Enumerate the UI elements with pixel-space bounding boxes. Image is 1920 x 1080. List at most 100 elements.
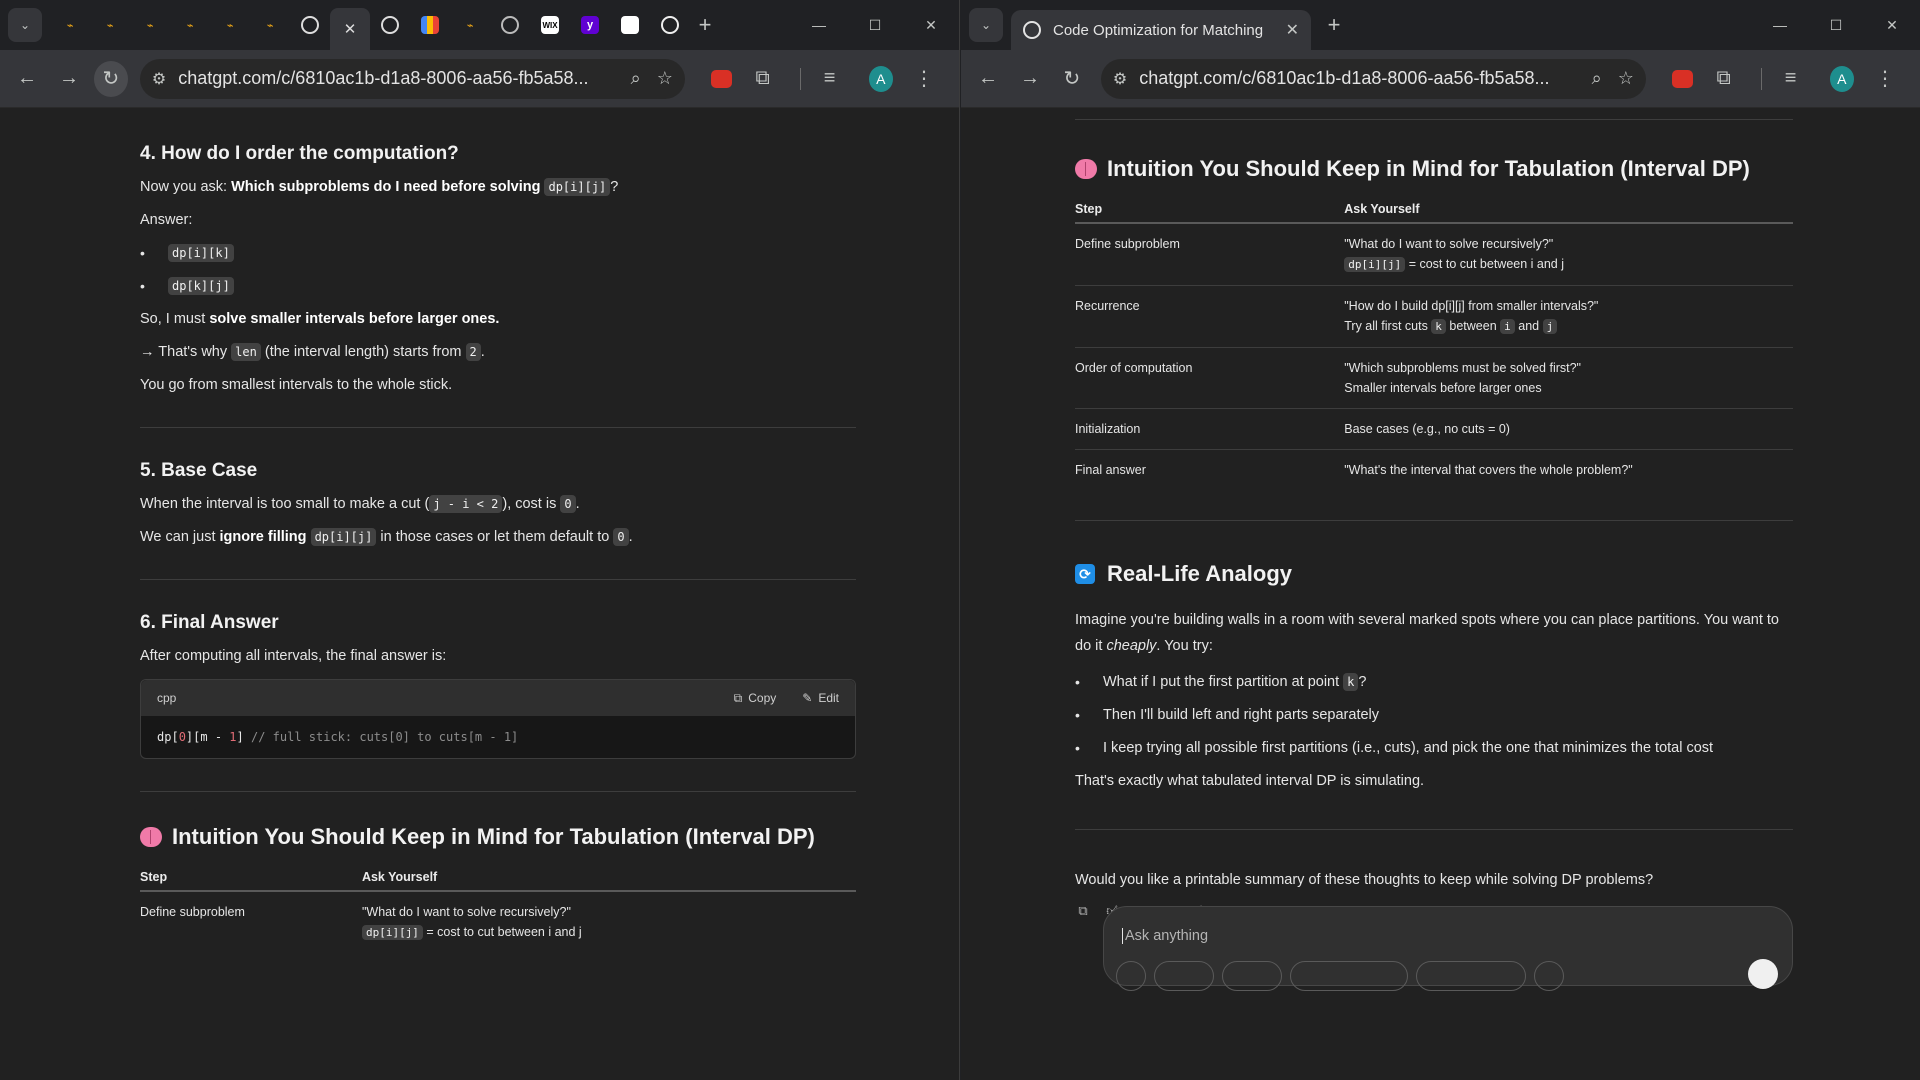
back-icon[interactable]: ← [971,61,1005,97]
table-cell: Initialization [1075,408,1345,450]
close-window-icon[interactable]: ✕ [903,0,959,50]
voice-mode-button[interactable] [1748,959,1778,989]
column-header: Step [140,870,362,892]
search-tool-button[interactable] [1154,961,1214,991]
list-item: Then I'll build left and right parts sep… [1075,705,1793,725]
pinned-tab[interactable] [650,8,690,42]
window-controls: — ☐ ✕ [1752,0,1920,50]
address-bar[interactable]: ⚙ chatgpt.com/c/6810ac1b-d1a8-8006-aa56-… [1100,58,1646,99]
pinned-tab[interactable]: ⌁ [90,8,130,42]
paragraph: After computing all intervals, the final… [140,648,447,664]
pinned-tab[interactable]: ⌁ [450,8,490,42]
back-icon[interactable]: ← [10,61,44,97]
tab-search-button[interactable]: ⌄ [969,8,1003,42]
ask-input[interactable] [1122,928,1774,944]
leetcode-icon: ⌁ [226,19,234,32]
leetcode-icon: ⌁ [266,19,274,32]
extensions-puzzle-icon[interactable]: ⧉ [1707,61,1741,97]
paragraph: We can just ignore filling dp[i][j] in t… [140,528,633,546]
yahoo-icon: y [581,16,599,34]
table-row: Order of computation "Which subproblems … [1075,347,1793,409]
close-tab-icon[interactable]: ✕ [1286,20,1299,40]
pinned-tab[interactable] [370,8,410,42]
new-tab-button[interactable]: + [690,12,720,38]
table-cell: "What do I want to solve recursively?" dp… [361,905,582,940]
paragraph: That's exactly what tabulated interval D… [1075,773,1425,789]
minimize-icon[interactable]: — [1752,0,1808,50]
pinned-tab[interactable]: ⌁ [170,8,210,42]
extension-icon[interactable] [1671,69,1693,88]
maximize-icon[interactable]: ☐ [1808,0,1864,50]
copy-icon[interactable]: ⧉ [1075,903,1091,919]
assistant-message: Intuition You Should Keep in Mind for Ta… [1075,119,1793,919]
add-button[interactable] [1116,961,1146,991]
close-icon[interactable]: ✕ [341,20,359,38]
extensions-puzzle-icon[interactable]: ⧉ [746,61,780,97]
brain-icon [140,827,162,847]
chat-content: 4. How do I order the computation? Now y… [0,108,959,1080]
create-image-button[interactable] [1416,961,1526,991]
copy-button[interactable]: ⧉ Copy [734,691,777,706]
media-control-icon[interactable]: ≡ [813,61,847,97]
pinned-tab[interactable] [290,8,330,42]
zoom-icon[interactable]: ⌕ [631,68,641,89]
pinned-tab[interactable] [490,8,530,42]
table-cell: "Which subproblems must be solved first?… [1344,347,1793,409]
inline-code: dp[i][j] [544,178,611,196]
pencil-icon: ✎ [802,691,813,705]
pinned-tab[interactable]: ⌁ [210,8,250,42]
pinned-tab[interactable]: ⌁ [130,8,170,42]
column-header: Ask Yourself [1344,202,1793,224]
tab-search-button[interactable]: ⌄ [8,8,42,42]
forward-icon[interactable]: → [1013,61,1047,97]
table-header-row: Step Ask Yourself [1075,202,1793,224]
url-text[interactable]: chatgpt.com/c/6810ac1b-d1a8-8006-aa56-fb… [1139,68,1575,89]
minimize-icon[interactable]: — [791,0,847,50]
active-tab[interactable]: Code Optimization for Matching ✕ [1011,10,1311,50]
table-row: Define subproblem "What do I want to sol… [1075,223,1793,286]
site-settings-icon[interactable]: ⚙ [1113,69,1127,89]
table-cell: Define subproblem [1075,223,1345,286]
media-control-icon[interactable]: ≡ [1774,61,1808,97]
divider [1075,119,1793,120]
pinned-tab[interactable]: ⌁ [250,8,290,42]
leetcode-icon: ⌁ [106,19,114,32]
table-cell: "How do I build dp[i][j] from smaller in… [1344,285,1793,348]
forward-icon[interactable]: → [52,61,86,97]
maximize-icon[interactable]: ☐ [847,0,903,50]
bullet-list: What if I put the first partition at poi… [1075,672,1793,758]
more-menu-icon[interactable]: ⋮ [907,61,941,97]
address-bar[interactable]: ⚙ chatgpt.com/c/6810ac1b-d1a8-8006-aa56-… [139,58,685,99]
url-text[interactable]: chatgpt.com/c/6810ac1b-d1a8-8006-aa56-fb… [178,68,614,89]
more-tools-button[interactable] [1534,961,1564,991]
bookmark-star-icon[interactable]: ☆ [657,68,673,89]
pinned-tab[interactable]: y [570,8,610,42]
pinned-tab[interactable] [410,8,450,42]
table-cell: Recurrence [1075,285,1345,348]
extension-icon[interactable] [710,69,732,88]
chatgpt-icon [301,16,319,34]
pinned-tab[interactable] [610,8,650,42]
paragraph: So, I must solve smaller intervals befor… [140,311,500,327]
avatar[interactable]: A [1829,65,1855,92]
pinned-tab[interactable]: ⌁ [50,8,90,42]
new-tab-button[interactable]: + [1319,12,1349,38]
reload-icon[interactable]: ↻ [1055,61,1089,97]
pinned-tab[interactable]: WIX [530,8,570,42]
zoom-icon[interactable]: ⌕ [1592,68,1602,89]
paragraph: Imagine you're building walls in a room … [1075,612,1779,654]
bookmark-star-icon[interactable]: ☆ [1618,68,1634,89]
more-menu-icon[interactable]: ⋮ [1868,61,1902,97]
list-item: dp[k][j] [140,276,856,296]
section-heading-large: ⟳ Real-Life Analogy [1075,561,1793,587]
close-window-icon[interactable]: ✕ [1864,0,1920,50]
site-settings-icon[interactable]: ⚙ [152,69,166,89]
column-header: Step [1075,202,1345,224]
edit-button[interactable]: ✎ Edit [802,691,839,705]
deep-research-button[interactable] [1290,961,1408,991]
reload-icon[interactable]: ↻ [93,60,128,97]
active-tab[interactable]: ✕ [330,8,370,50]
reason-tool-button[interactable] [1222,961,1282,991]
table-cell: Define subproblem [140,905,245,919]
avatar[interactable]: A [868,65,894,92]
